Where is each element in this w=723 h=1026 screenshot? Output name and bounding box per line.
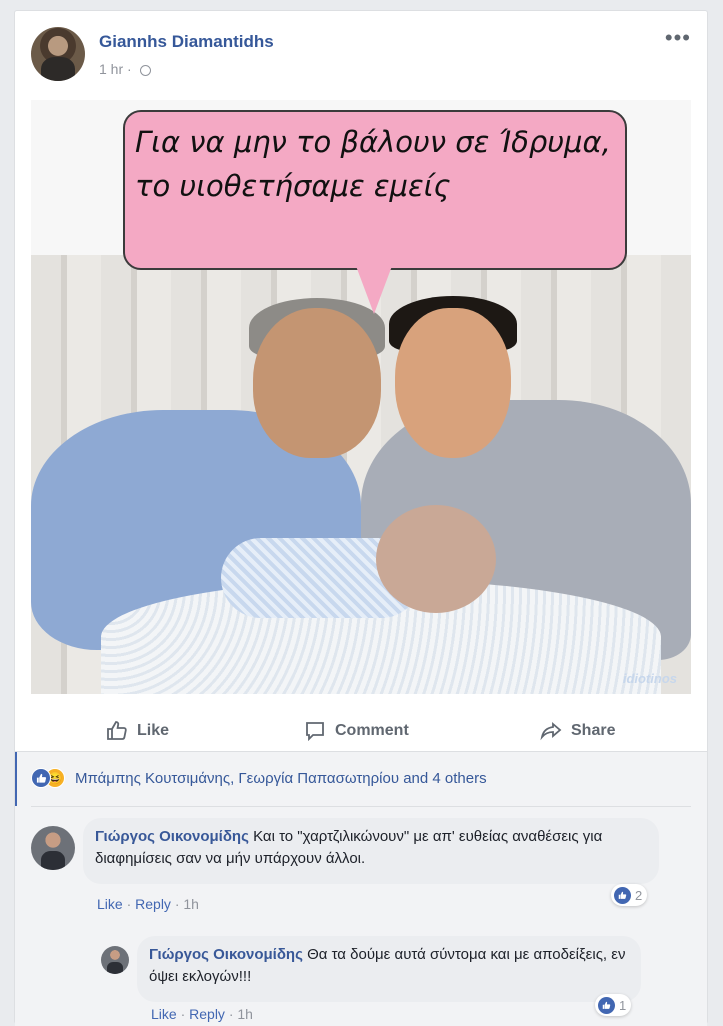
reply-meta: Like · Reply · 1h <box>151 1006 253 1022</box>
reaction-count: 2 <box>635 887 643 903</box>
comment-reaction-count[interactable]: 2 <box>611 884 648 906</box>
comments-section: 😆 Μπάμπης Κουτσιμάνης, Γεωργία Παπασωτηρ… <box>15 751 707 1026</box>
post-meta: 1 hr · <box>99 61 151 77</box>
comment-button[interactable]: Comment <box>303 711 409 751</box>
post-time[interactable]: 1 hr <box>99 61 123 77</box>
author-name[interactable]: Giannhs Diamantidhs <box>99 32 274 52</box>
comment-like-link[interactable]: Like <box>97 896 123 912</box>
comment-author[interactable]: Γιώργος Οικονομίδης <box>95 828 249 845</box>
reactions-summary[interactable]: 😆 Μπάμπης Κουτσιμάνης, Γεωργία Παπασωτηρ… <box>15 752 707 806</box>
reactions-text[interactable]: Μπάμπης Κουτσιμάνης, Γεωργία Παπασωτηρίο… <box>75 770 487 787</box>
reply-author[interactable]: Γιώργος Οικονομίδης <box>149 946 303 963</box>
comment-reply-link[interactable]: Reply <box>135 896 171 912</box>
like-reaction-icon <box>598 996 615 1014</box>
comment-meta: Like · Reply · 1h <box>97 896 199 912</box>
speech-bubble-text: Για να μην το βάλουν σε Ίδρυμα, το υιοθε… <box>135 125 611 203</box>
comment-label: Comment <box>335 722 409 739</box>
reply-reaction-count[interactable]: 1 <box>595 994 632 1016</box>
more-options-button[interactable]: ••• <box>665 27 691 49</box>
author-avatar[interactable] <box>31 27 85 81</box>
comment-bubble: Γιώργος Οικονομίδης Και το "χαρτζιλικώνο… <box>83 818 659 884</box>
baby-face <box>376 505 496 613</box>
share-button[interactable]: Share <box>539 711 615 751</box>
commenter-avatar[interactable] <box>31 826 75 870</box>
right-man-face <box>395 308 511 458</box>
post-header: Giannhs Diamantidhs 1 hr · ••• <box>31 27 691 87</box>
reply-bubble: Γιώργος Οικονομίδης Θα τα δούμε αυτά σύν… <box>137 936 641 1002</box>
divider <box>31 806 691 807</box>
share-arrow-icon <box>540 722 562 741</box>
like-label: Like <box>137 722 170 739</box>
reply-avatar[interactable] <box>101 946 129 974</box>
meta-separator: · <box>174 896 180 912</box>
meta-separator: · <box>127 61 132 77</box>
speech-bubble-tail <box>356 266 392 314</box>
post-image[interactable]: Για να μην το βάλουν σε Ίδρυμα, το υιοθε… <box>31 100 691 694</box>
comment-icon <box>306 722 324 742</box>
comment-time[interactable]: 1h <box>183 896 199 912</box>
image-watermark: idiotinos <box>622 671 677 686</box>
like-button[interactable]: Like <box>105 711 169 751</box>
reaction-count: 1 <box>619 997 627 1013</box>
left-man-face <box>253 308 381 458</box>
meta-separator: · <box>126 896 132 912</box>
reply-reply-link[interactable]: Reply <box>189 1006 225 1022</box>
post-card: Giannhs Diamantidhs 1 hr · ••• Για να μη… <box>14 10 708 1026</box>
like-reaction-icon <box>31 768 51 788</box>
reply-like-link[interactable]: Like <box>151 1006 177 1022</box>
meta-separator: · <box>228 1006 234 1022</box>
reaction-icons: 😆 <box>31 768 67 788</box>
thumbs-up-icon <box>107 721 127 740</box>
like-reaction-icon <box>614 886 631 904</box>
reply-time[interactable]: 1h <box>237 1006 253 1022</box>
share-label: Share <box>571 722 616 739</box>
meta-separator: · <box>180 1006 186 1022</box>
globe-icon[interactable] <box>139 64 151 76</box>
post-actions: Like Comment Share <box>31 711 691 751</box>
